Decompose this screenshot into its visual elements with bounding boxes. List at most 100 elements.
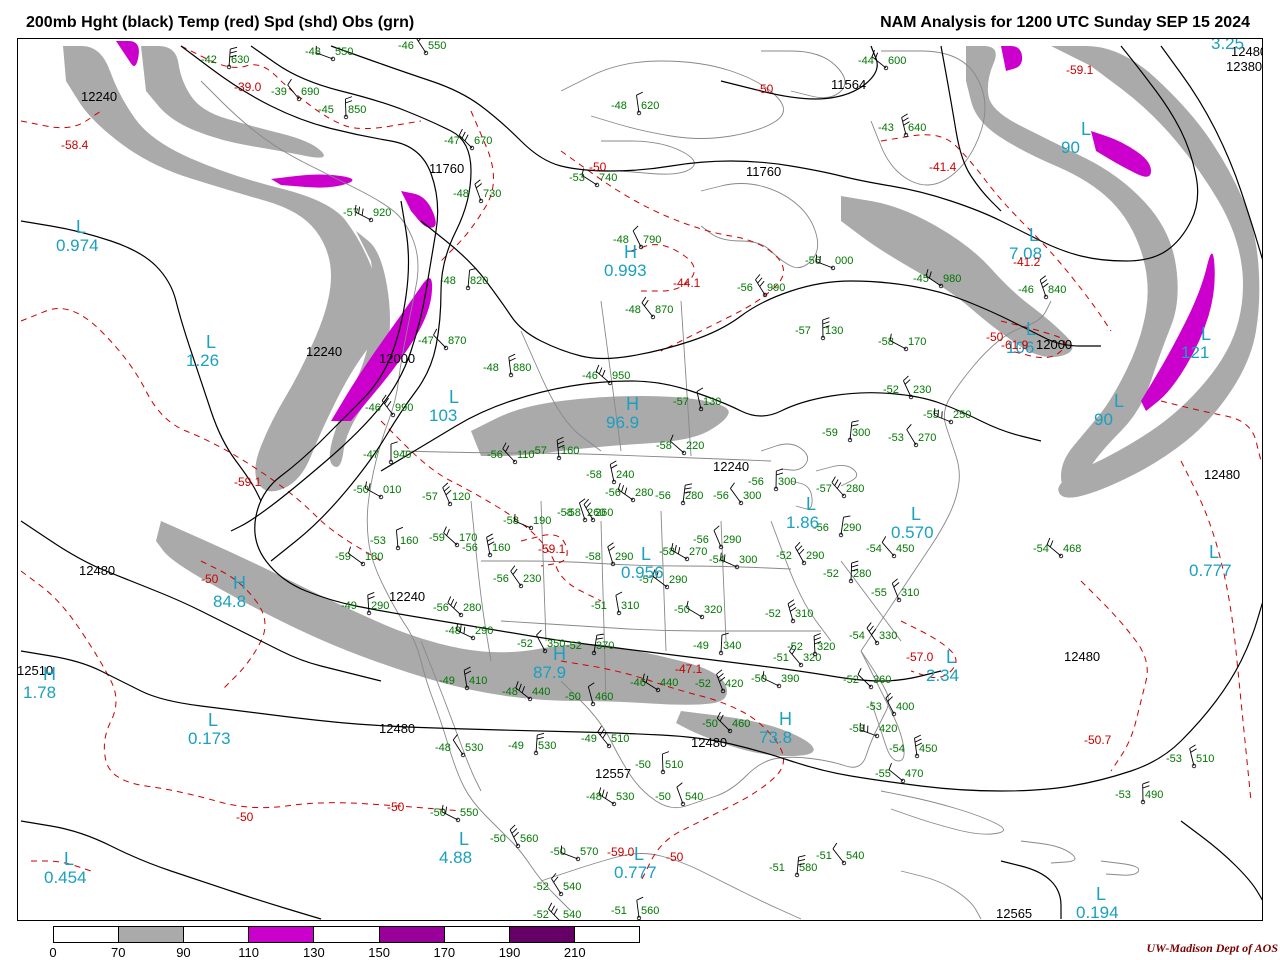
station-plot: -57 920	[343, 204, 391, 223]
center-letter: L	[1114, 391, 1124, 411]
wind-barb-flag	[776, 468, 784, 472]
wind-barb	[713, 530, 722, 548]
temperature-label: -59.0	[607, 845, 635, 859]
station-height: 160	[400, 535, 418, 547]
center-value: 0.974	[56, 236, 99, 255]
station-height: 940	[393, 449, 411, 461]
station-height: 290	[723, 534, 741, 546]
station-temp: -58	[659, 546, 675, 558]
station-height: 790	[643, 234, 661, 246]
station-temp: -46	[398, 40, 414, 52]
center-value: 0.777	[1189, 561, 1232, 580]
temperature-label: -50	[986, 330, 1004, 344]
wind-barb-flag	[605, 791, 608, 799]
wind-barb	[344, 98, 347, 118]
center-letter: L	[806, 494, 816, 514]
station-temp: -56	[487, 449, 503, 461]
wind-barb-flag	[610, 460, 617, 465]
wind-barb-flag	[230, 46, 238, 50]
station-temp: -52	[843, 674, 859, 686]
station-height: 170	[908, 336, 926, 348]
center-value: 0.777	[614, 863, 657, 882]
station-height: 010	[383, 484, 401, 496]
wind-barb-flag	[787, 599, 795, 605]
wind-barb	[367, 595, 370, 614]
station-plot: -56 280	[605, 482, 653, 503]
wind-barb-flag	[914, 734, 921, 739]
station-temp: -58	[565, 507, 581, 519]
height-label: 12480	[1204, 467, 1240, 482]
station-plot: -58 240	[586, 460, 634, 485]
center-value: 1.78	[23, 683, 56, 702]
wind-barb-flag	[893, 582, 900, 588]
station-temp: -48	[453, 188, 469, 200]
wind-barb-flag	[463, 626, 466, 634]
wind-barb-flag	[464, 134, 469, 142]
wind-barb-flag	[871, 628, 877, 635]
station-height: 880	[513, 362, 531, 374]
wind-barb	[442, 487, 451, 505]
center-letter: L	[64, 849, 74, 869]
station-plot: -49 510	[581, 725, 629, 749]
station-height: 530	[465, 742, 483, 754]
wind-barb	[850, 562, 853, 582]
wind-barb-flag	[831, 476, 836, 483]
station-height: 540	[563, 881, 581, 893]
station-temp: -48	[625, 304, 641, 316]
temperature-contour	[560, 150, 784, 352]
wind-barb	[443, 532, 458, 546]
station-plot: -55 470	[875, 762, 923, 784]
credit-org: UW-Madison	[1146, 941, 1213, 955]
wind-barb-flag	[798, 859, 806, 862]
station-plot: -48 820	[440, 268, 488, 291]
station-height: 820	[470, 275, 488, 287]
wind-barb	[670, 440, 685, 454]
station-height: 490	[1145, 789, 1163, 801]
wind-barb-flag	[851, 564, 859, 568]
station-height: 250	[953, 409, 971, 421]
station-temp: -56	[433, 602, 449, 614]
height-label: 12557	[595, 766, 631, 781]
wind-barb-flag	[345, 96, 353, 100]
temperature-label: -50.7	[1084, 733, 1112, 747]
station-height: 840	[1048, 284, 1066, 296]
station-plot: -47 940	[363, 441, 411, 465]
wind-barb-flag	[598, 367, 603, 375]
wind-barb-flag	[684, 487, 692, 490]
wind-barb-flag	[509, 357, 516, 362]
temperature-label: -50	[236, 810, 254, 824]
station-height: 160	[561, 445, 579, 457]
station-temp: -56	[713, 490, 729, 502]
wind-barb-flag	[475, 183, 483, 189]
temperature-label: -59.1	[538, 542, 566, 556]
wind-barb	[510, 570, 522, 587]
pressure-center: H73.8	[759, 709, 792, 747]
wind-barb	[452, 739, 464, 756]
station-temp: -52	[566, 640, 582, 652]
station-height: 230	[523, 573, 541, 585]
speed-110-130-area	[401, 191, 436, 228]
wind-barb-flag	[367, 592, 375, 596]
wind-barb-flag	[1039, 275, 1047, 281]
wind-barb-flag	[447, 596, 452, 603]
temperature-label: -50	[201, 572, 219, 586]
station-height: 690	[301, 86, 319, 98]
station-temp: -47	[444, 135, 460, 147]
wind-barb-flag	[469, 268, 477, 271]
station-temp: -52	[517, 638, 533, 650]
wind-barb-flag	[345, 100, 353, 104]
wind-barb	[794, 547, 805, 564]
speed-110-130-area	[116, 41, 139, 66]
wind-barb	[676, 786, 684, 805]
legend-tick-label: 210	[563, 945, 586, 960]
station-temp: -50	[702, 718, 718, 730]
station-height: 990	[767, 282, 785, 294]
height-label: 11564	[831, 77, 866, 92]
temperature-label: -41.2	[1013, 255, 1041, 269]
station-height: 850	[348, 104, 366, 116]
wind-barb-flag	[509, 824, 516, 831]
temperature-contour	[440, 110, 494, 262]
wind-barb-flag	[902, 117, 909, 122]
station-plot: -51 580	[769, 855, 817, 878]
station-height: 360	[873, 674, 891, 686]
